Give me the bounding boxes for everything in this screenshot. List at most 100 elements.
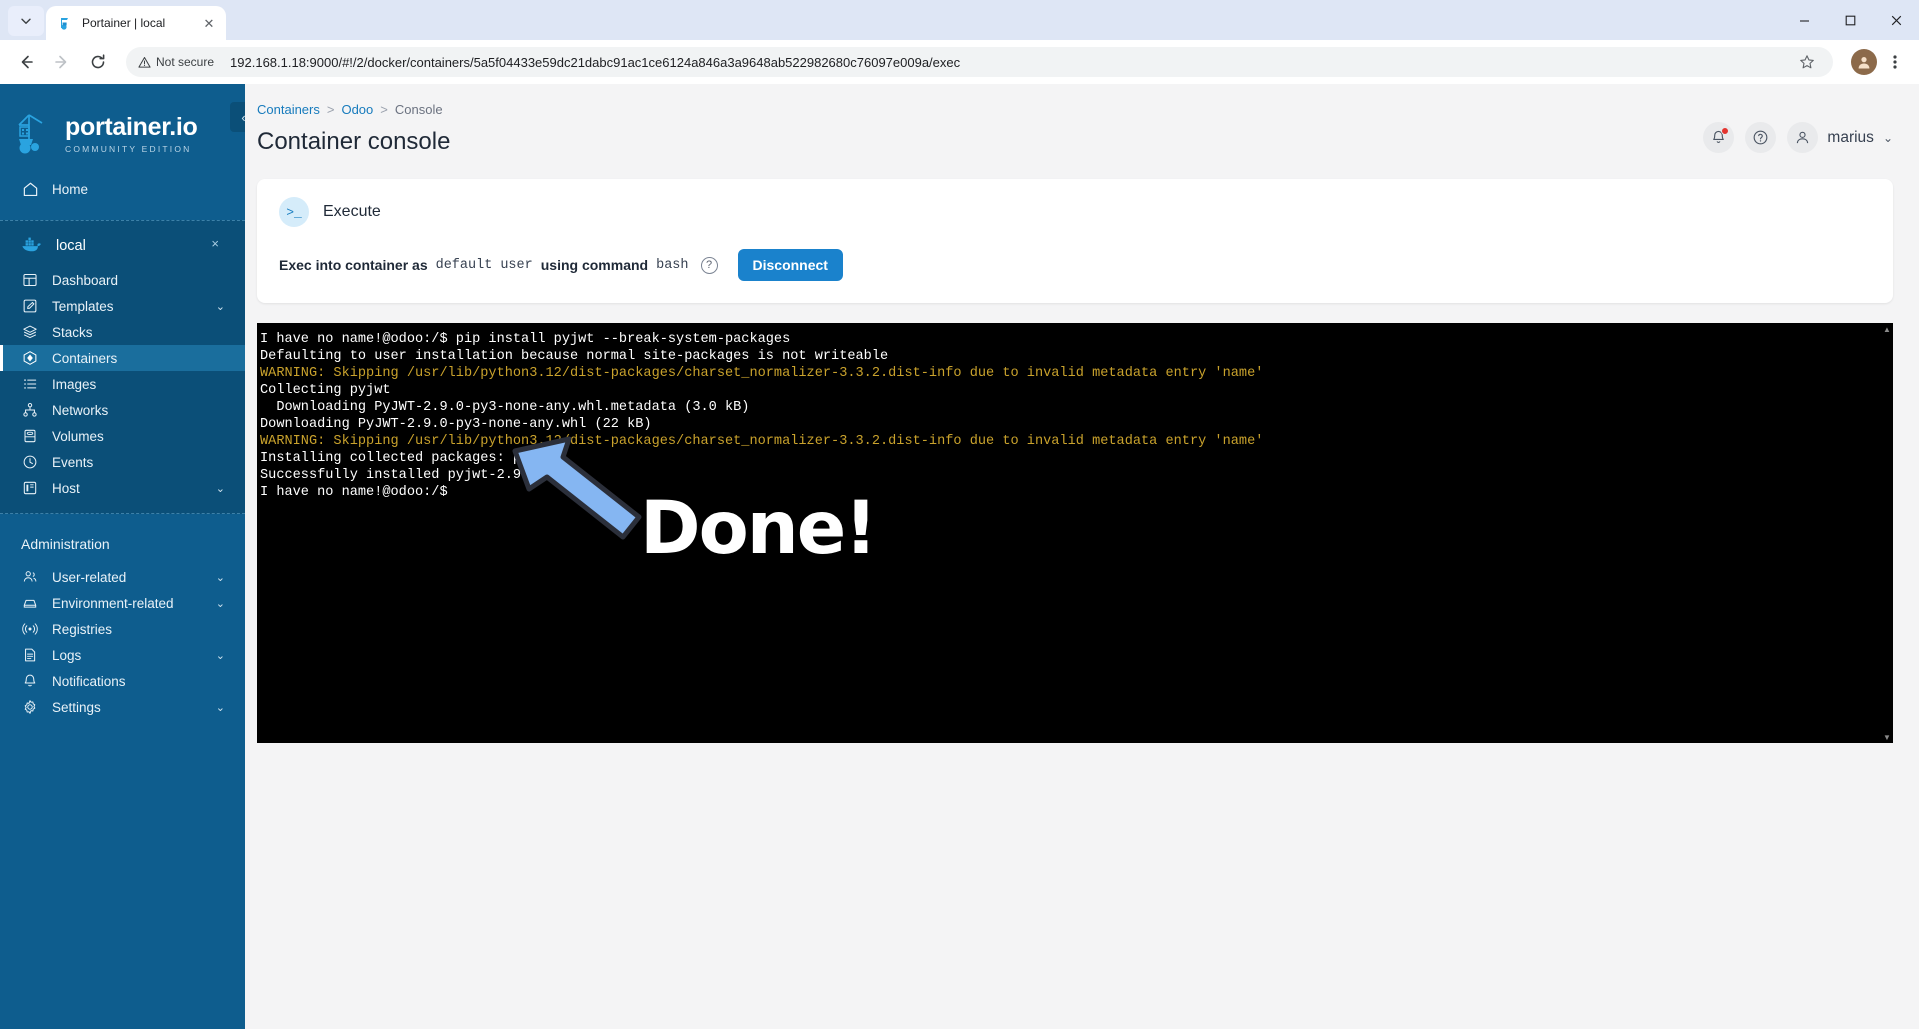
sidebar-environment-nav: Dashboard Templates ⌄ Stacks Containers … (0, 267, 245, 501)
arrow-right-icon (55, 55, 67, 69)
terminal-prompt-icon: >_ (279, 197, 309, 227)
window-close-button[interactable] (1873, 0, 1919, 40)
chevron-down-icon[interactable]: ⌄ (216, 649, 225, 662)
page-header: Containers > Odoo > Console Container co… (245, 84, 1919, 156)
header-actions: marius ⌄ (1703, 122, 1893, 153)
exec-settings-row: Exec into container as default user usin… (257, 249, 1893, 281)
terminal-line: WARNING: Skipping /usr/lib/python3.12/di… (260, 366, 1264, 381)
sidebar-item-events[interactable]: Events (0, 449, 245, 475)
forward-button[interactable] (46, 46, 78, 78)
sidebar-item-networks[interactable]: Networks (0, 397, 245, 423)
sidebar-item-label-logs: Logs (52, 647, 82, 663)
sidebar-item-label-registries: Registries (52, 621, 113, 637)
chevron-down-icon[interactable]: ⌄ (216, 571, 225, 584)
sidebar-item-registries[interactable]: Registries (0, 616, 245, 642)
sidebar-item-label-templates: Templates (52, 298, 114, 314)
chevron-down-icon[interactable]: ⌄ (216, 701, 225, 714)
sidebar-item-settings[interactable]: Settings ⌄ (0, 694, 245, 720)
sidebar-item-notifications[interactable]: Notifications (0, 668, 245, 694)
page-title: Container console (257, 128, 451, 155)
chevron-down-icon[interactable]: ⌄ (1883, 131, 1893, 145)
sidebar-item-volumes[interactable]: Volumes (0, 423, 245, 449)
sidebar-item-label-user-related: User-related (52, 569, 127, 585)
portainer-app: portainer.io COMMUNITY EDITION « Home (0, 84, 1919, 1029)
chevron-up-icon[interactable]: ▲ (1881, 323, 1893, 335)
exec-label-user: user (500, 257, 533, 273)
bookmark-star-icon[interactable] (1793, 48, 1821, 76)
terminal-line: I have no name!@odoo:/$ (260, 485, 448, 500)
browser-profile-avatar[interactable] (1851, 49, 1877, 75)
address-bar-url[interactable]: 192.168.1.18:9000/#!/2/docker/containers… (230, 55, 1785, 70)
address-bar-actions (1793, 48, 1821, 76)
home-icon (21, 180, 39, 198)
back-button[interactable] (10, 46, 42, 78)
sidebar-item-label-networks: Networks (52, 402, 109, 418)
avatar[interactable] (1787, 122, 1819, 153)
terminal-output[interactable]: I have no name!@odoo:/$ pip install pyjw… (257, 323, 1881, 743)
chevron-down-icon[interactable]: ▼ (1881, 731, 1893, 743)
images-icon (21, 375, 39, 393)
address-bar[interactable]: Not secure 192.168.1.18:9000/#!/2/docker… (126, 47, 1833, 77)
window-maximize-button[interactable] (1827, 0, 1873, 40)
user-menu[interactable]: marius ⌄ (1787, 122, 1893, 153)
sidebar-item-label-stacks: Stacks (52, 324, 93, 340)
terminal-line: Installing collected packages: pyjwt (260, 451, 554, 466)
sidebar-administration-nav: User-related ⌄ Environment-related ⌄ Reg… (0, 564, 245, 720)
browser-tab-title: Portainer | local (82, 16, 166, 30)
sidebar-item-label-home: Home (52, 181, 89, 197)
help-button[interactable] (1745, 122, 1777, 153)
sidebar-item-templates[interactable]: Templates ⌄ (0, 293, 245, 319)
sidebar-environment-close-icon[interactable]: × (211, 236, 219, 251)
tab-close-icon[interactable]: ✕ (200, 14, 218, 32)
breadcrumb-item-console: Console (394, 102, 443, 117)
sidebar-item-containers[interactable]: Containers (0, 345, 245, 371)
sidebar-item-logs[interactable]: Logs ⌄ (0, 642, 245, 668)
terminal-container[interactable]: I have no name!@odoo:/$ pip install pyjw… (257, 323, 1893, 743)
breadcrumb-separator: > (326, 102, 335, 117)
security-status-chip[interactable]: Not secure (138, 55, 222, 69)
sidebar-item-label-environment-related: Environment-related (52, 595, 174, 611)
sidebar-environment-current[interactable]: local (0, 231, 245, 261)
breadcrumb-item-containers[interactable]: Containers (257, 102, 320, 117)
sidebar-item-user-related[interactable]: User-related ⌄ (0, 564, 245, 590)
sidebar-item-label-images: Images (52, 376, 97, 392)
terminal-line: I have no name!@odoo:/$ pip install pyjw… (260, 332, 791, 347)
exec-label-command: using command (540, 257, 649, 273)
templates-icon (21, 297, 39, 315)
sidebar-item-images[interactable]: Images (0, 371, 245, 397)
notifications-button[interactable] (1703, 122, 1735, 153)
chevron-down-icon[interactable]: ⌄ (216, 300, 225, 313)
logs-document-icon (21, 646, 39, 664)
networks-icon (21, 401, 39, 419)
sidebar-item-label-containers: Containers (52, 350, 118, 366)
sidebar-item-home[interactable]: Home (0, 176, 245, 202)
tab-search-dropdown-button[interactable] (8, 6, 44, 36)
chevron-down-icon (21, 18, 31, 24)
sidebar-logo-text: portainer.io COMMUNITY EDITION (65, 112, 198, 154)
sidebar-item-label-settings: Settings (52, 699, 101, 715)
reload-button[interactable] (82, 46, 114, 78)
exec-label-prefix: Exec into container as (279, 257, 428, 273)
sidebar-item-stacks[interactable]: Stacks (0, 319, 245, 345)
sidebar-item-label-dashboard: Dashboard (52, 272, 119, 288)
terminal-line: Downloading PyJWT-2.9.0-py3-none-any.whl… (260, 417, 652, 432)
sidebar-item-dashboard[interactable]: Dashboard (0, 267, 245, 293)
page-header-left: Containers > Odoo > Console Container co… (257, 102, 450, 156)
sidebar-item-host[interactable]: Host ⌄ (0, 475, 245, 501)
sidebar-environment-label: local (56, 238, 86, 254)
window-minimize-button[interactable] (1781, 0, 1827, 40)
chevron-down-icon[interactable]: ⌄ (216, 597, 225, 610)
terminal-line: Defaulting to user installation because … (260, 349, 889, 364)
terminal-scrollbar[interactable]: ▲ ▼ (1881, 323, 1893, 743)
disconnect-button[interactable]: Disconnect (737, 249, 843, 281)
browser-toolbar: Not secure 192.168.1.18:9000/#!/2/docker… (0, 40, 1919, 84)
breadcrumb-item-odoo[interactable]: Odoo (341, 102, 373, 117)
chevron-down-icon[interactable]: ⌄ (216, 482, 225, 495)
sidebar-logo[interactable]: portainer.io COMMUNITY EDITION (0, 106, 245, 162)
browser-tab[interactable]: Portainer | local ✕ (46, 6, 226, 40)
question-circle-icon[interactable]: ? (700, 256, 718, 274)
sidebar-item-environment-related[interactable]: Environment-related ⌄ (0, 590, 245, 616)
sidebar-logo-name: portainer.io (65, 112, 198, 141)
browser-menu-button[interactable] (1881, 46, 1909, 78)
sidebar-item-label-events: Events (52, 454, 94, 470)
